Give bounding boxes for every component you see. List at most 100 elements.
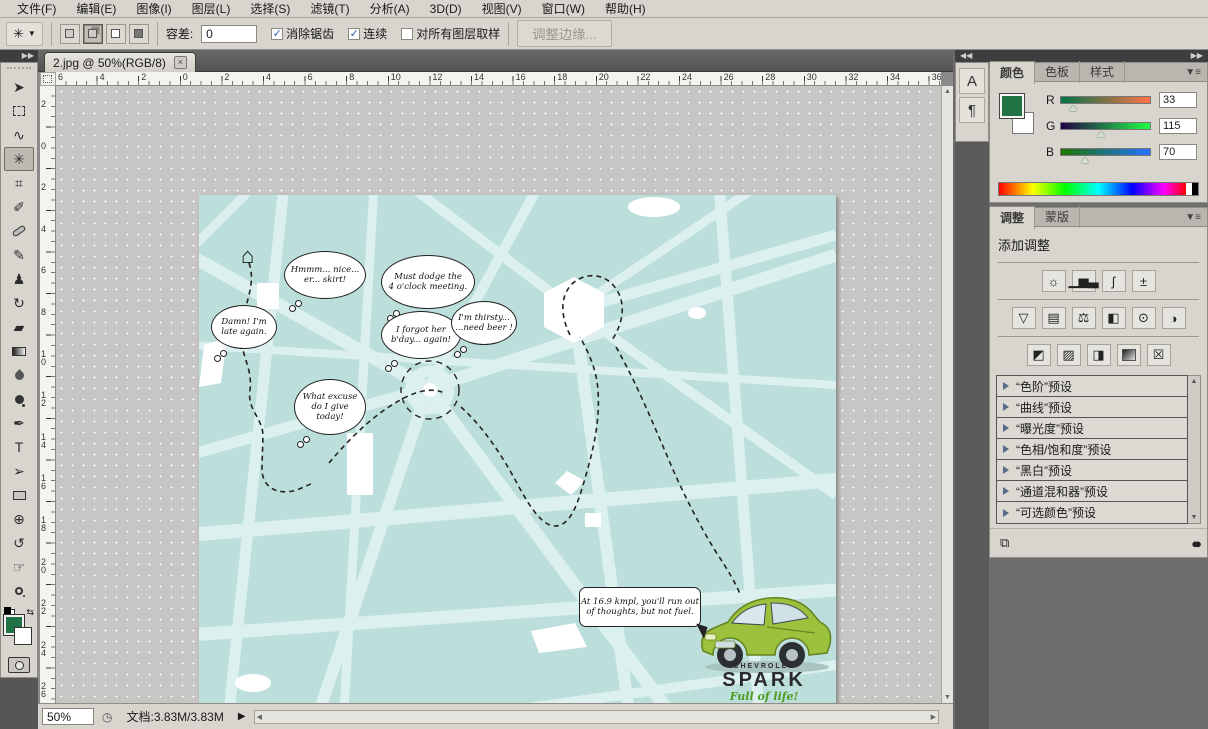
expand-dock-icon[interactable]: ▶▶ [1191, 51, 1203, 61]
status-flyout-icon[interactable]: ▶ [238, 711, 246, 722]
scroll-left-icon[interactable]: ◀ [257, 713, 262, 721]
preset-item[interactable]: “色相/饱和度”预设 [997, 439, 1187, 460]
history-brush-tool[interactable]: ↻ [4, 291, 34, 315]
exposure-icon[interactable]: ± [1132, 270, 1156, 292]
menu-item[interactable]: 图层(L) [183, 0, 240, 18]
horizontal-scrollbar[interactable]: ◀ ▶ [254, 710, 939, 724]
slider-thumb[interactable] [1081, 157, 1089, 163]
levels-icon[interactable]: ▁▅▃ [1072, 270, 1096, 292]
preset-item[interactable]: “曝光度”预设 [997, 418, 1187, 439]
brush-tool[interactable]: ✎ [4, 243, 34, 267]
path-selection-tool[interactable]: ➢ [4, 459, 34, 483]
blur-tool[interactable] [4, 363, 34, 387]
gradient-tool[interactable] [4, 339, 34, 363]
b-value-field[interactable]: 70 [1159, 144, 1197, 160]
posterize-icon[interactable]: ▨ [1057, 344, 1081, 366]
vertical-ruler[interactable]: 2024681 01 21 41 61 82 02 22 42 6 [40, 86, 56, 703]
refine-edge-button[interactable]: 调整边缘... [517, 20, 611, 47]
tool-preset-picker[interactable]: ✳ ▼ [6, 22, 43, 46]
option-checkbox[interactable]: ✓消除锯齿 [271, 25, 334, 42]
g-slider[interactable] [1060, 122, 1151, 130]
eraser-tool[interactable]: ▰ [4, 315, 34, 339]
dodge-tool[interactable] [4, 387, 34, 411]
magic-wand-tool[interactable]: ✳ [4, 147, 34, 171]
lasso-tool[interactable]: ∿ [4, 123, 34, 147]
preset-item[interactable]: “黑白”预设 [997, 460, 1187, 481]
slider-thumb[interactable] [1097, 131, 1105, 137]
scroll-up-icon[interactable]: ▲ [1191, 378, 1198, 385]
preset-item[interactable]: “色阶”预设 [997, 376, 1187, 397]
collapse-dock-icon[interactable]: ◀◀ [960, 51, 972, 61]
g-value-field[interactable]: 115 [1159, 118, 1197, 134]
zoom-tool[interactable] [4, 579, 34, 603]
color-balance-icon[interactable]: ⚖ [1072, 307, 1096, 329]
preset-item[interactable]: “通道混和器”预设 [997, 481, 1187, 502]
hue-saturation-icon[interactable]: ▤ [1042, 307, 1066, 329]
intersect-selection-button[interactable] [129, 24, 149, 44]
scroll-right-icon[interactable]: ▶ [931, 713, 936, 721]
slider-thumb[interactable] [1069, 105, 1077, 111]
close-icon[interactable]: × [174, 56, 187, 69]
rectangle-tool[interactable] [4, 483, 34, 507]
tab-样式[interactable]: 样式 [1080, 61, 1125, 83]
3d-orbit-tool[interactable]: ↺ [4, 531, 34, 555]
panel-grip[interactable] [7, 67, 31, 73]
pen-tool[interactable]: ✒ [4, 411, 34, 435]
option-checkbox[interactable]: ✓连续 [348, 25, 387, 42]
add-to-selection-button[interactable] [83, 24, 103, 44]
eyedropper-tool[interactable]: ✐ [4, 195, 34, 219]
tab-颜色[interactable]: 颜色 [990, 61, 1035, 84]
tab-蒙版[interactable]: 蒙版 [1035, 206, 1080, 228]
menu-item[interactable]: 视图(V) [473, 0, 531, 18]
black-white-icon[interactable]: ◧ [1102, 307, 1126, 329]
color-panel-menu-icon[interactable]: ▼≡ [1185, 67, 1207, 78]
character-panel-icon[interactable]: A [959, 68, 985, 94]
horizontal-ruler[interactable]: 642024681012141618202224262830323436 [56, 72, 941, 86]
gradient-map-icon[interactable] [1117, 344, 1141, 366]
crop-tool[interactable]: ⌗ [4, 171, 34, 195]
curves-icon[interactable]: ʃ [1102, 270, 1126, 292]
menu-item[interactable]: 文件(F) [8, 0, 65, 18]
r-slider[interactable] [1060, 96, 1151, 104]
canvas-image[interactable]: ⌂ Hmmm... nice...er... skirt!Must dodge … [199, 195, 836, 703]
adjustments-panel-menu-icon[interactable]: ▼≡ [1185, 212, 1207, 223]
preset-item[interactable]: “曲线”预设 [997, 397, 1187, 418]
rectangular-marquee-tool[interactable] [4, 99, 34, 123]
menu-item[interactable]: 窗口(W) [533, 0, 594, 18]
document-tab[interactable]: 2.jpg @ 50%(RGB/8) × [44, 52, 196, 72]
scroll-down-icon[interactable]: ▼ [1191, 514, 1198, 521]
threshold-icon[interactable]: ◨ [1087, 344, 1111, 366]
invert-icon[interactable]: ◩ [1027, 344, 1051, 366]
photo-filter-icon[interactable]: ⊙ [1132, 307, 1156, 329]
preset-item[interactable]: “可选颜色”预设 [997, 502, 1187, 523]
brightness-contrast-icon[interactable]: ☼ [1042, 270, 1066, 292]
menu-item[interactable]: 分析(A) [361, 0, 419, 18]
3d-rotate-tool[interactable]: ⊕ [4, 507, 34, 531]
menu-item[interactable]: 编辑(E) [67, 0, 125, 18]
hand-tool[interactable]: ☞ [4, 555, 34, 579]
menu-item[interactable]: 图像(I) [127, 0, 180, 18]
r-value-field[interactable]: 33 [1159, 92, 1197, 108]
scroll-up-icon[interactable]: ▲ [944, 88, 951, 95]
scroll-down-icon[interactable]: ▼ [944, 694, 951, 701]
selective-color-icon[interactable]: ☒ [1147, 344, 1171, 366]
swap-colors-icon[interactable]: ⇆ [26, 607, 34, 618]
type-tool[interactable]: T [4, 435, 34, 459]
zoom-level-field[interactable]: 50% [42, 708, 94, 725]
vibrance-icon[interactable]: ▽ [1012, 307, 1036, 329]
foreground-color-swatch[interactable] [1000, 94, 1024, 118]
toggle-panel-size-icon[interactable]: ⧉ [1000, 535, 1009, 551]
new-selection-button[interactable] [60, 24, 80, 44]
tab-色板[interactable]: 色板 [1035, 61, 1080, 83]
menu-item[interactable]: 3D(D) [421, 1, 471, 17]
clone-stamp-tool[interactable]: ♟ [4, 267, 34, 291]
quick-mask-button[interactable] [8, 657, 30, 673]
menu-item[interactable]: 滤镜(T) [301, 0, 358, 18]
tolerance-input[interactable]: 0 [201, 25, 257, 43]
presets-scrollbar[interactable]: ▲ ▼ [1188, 375, 1201, 524]
default-colors-icon[interactable] [4, 607, 11, 614]
clip-adjustment-icon[interactable]: ●● [1191, 536, 1197, 551]
ruler-origin[interactable] [40, 72, 56, 86]
option-checkbox[interactable]: 对所有图层取样 [401, 25, 500, 42]
menu-item[interactable]: 选择(S) [241, 0, 299, 18]
